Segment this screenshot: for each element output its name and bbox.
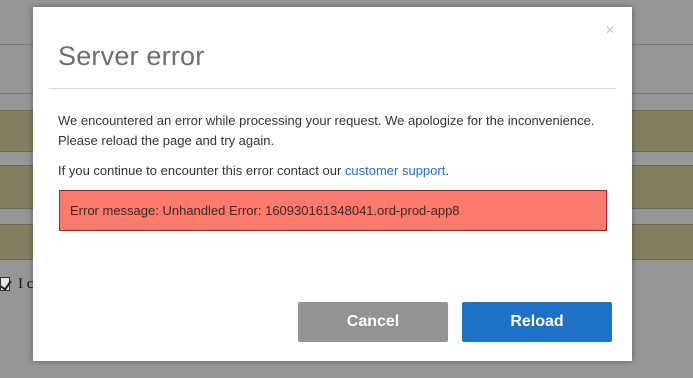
contact-prefix: If you continue to encounter this error … bbox=[58, 163, 345, 178]
contact-suffix: . bbox=[445, 163, 449, 178]
title-divider bbox=[49, 88, 616, 89]
close-icon[interactable]: × bbox=[602, 23, 618, 39]
server-error-dialog: × Server error We encountered an error w… bbox=[33, 7, 632, 361]
contact-text: If you continue to encounter this error … bbox=[58, 161, 618, 181]
error-description-line-1: We encountered an error while processing… bbox=[58, 113, 595, 128]
error-description-line-2: Please reload the page and try again. bbox=[58, 133, 275, 148]
cancel-button[interactable]: Cancel bbox=[298, 302, 448, 342]
dialog-title: Server error bbox=[58, 41, 205, 71]
reload-button[interactable]: Reload bbox=[462, 302, 612, 342]
customer-support-link[interactable]: customer support bbox=[345, 163, 445, 178]
error-message-box: Error message: Unhandled Error: 16093016… bbox=[59, 190, 607, 231]
error-description: We encountered an error while processing… bbox=[58, 111, 618, 151]
